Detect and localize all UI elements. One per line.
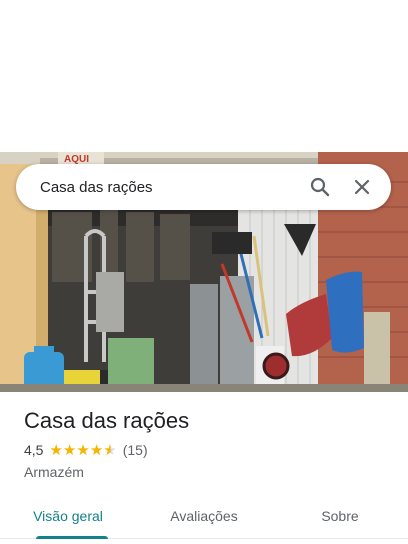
search-input[interactable]: Casa das rações (40, 179, 295, 196)
star-icon: ★ (49, 441, 63, 459)
tab-about[interactable]: Sobre (272, 494, 408, 538)
tab-label: Sobre (321, 508, 359, 524)
review-count[interactable]: (15) (123, 442, 148, 458)
tab-label: Avaliações (170, 508, 238, 524)
rating-stars: ★ ★ ★ ★ ★ (49, 443, 116, 458)
star-icon: ★ (62, 441, 77, 459)
search-bar[interactable]: Casa das rações (16, 164, 391, 210)
place-tabs: Visão geral Avaliações Sobre (0, 494, 408, 539)
star-icon: ★ (76, 441, 90, 459)
tab-overview[interactable]: Visão geral (0, 494, 136, 539)
star-icon: ★ (89, 441, 104, 459)
active-tab-indicator (36, 536, 108, 539)
close-icon[interactable] (345, 170, 379, 204)
half-star-icon: ★ (103, 441, 117, 459)
place-category[interactable]: Armazém (24, 464, 394, 480)
search-icon[interactable] (303, 170, 337, 204)
rating-value: 4,5 (24, 442, 44, 458)
place-info: Casa das rações 4,5 ★ ★ ★ ★ ★ (15) Armaz… (24, 406, 394, 480)
tab-reviews[interactable]: Avaliações (136, 494, 272, 538)
tab-label: Visão geral (33, 508, 103, 524)
place-name: Casa das rações (24, 408, 190, 433)
rating-row[interactable]: 4,5 ★ ★ ★ ★ ★ (15) (24, 442, 394, 458)
